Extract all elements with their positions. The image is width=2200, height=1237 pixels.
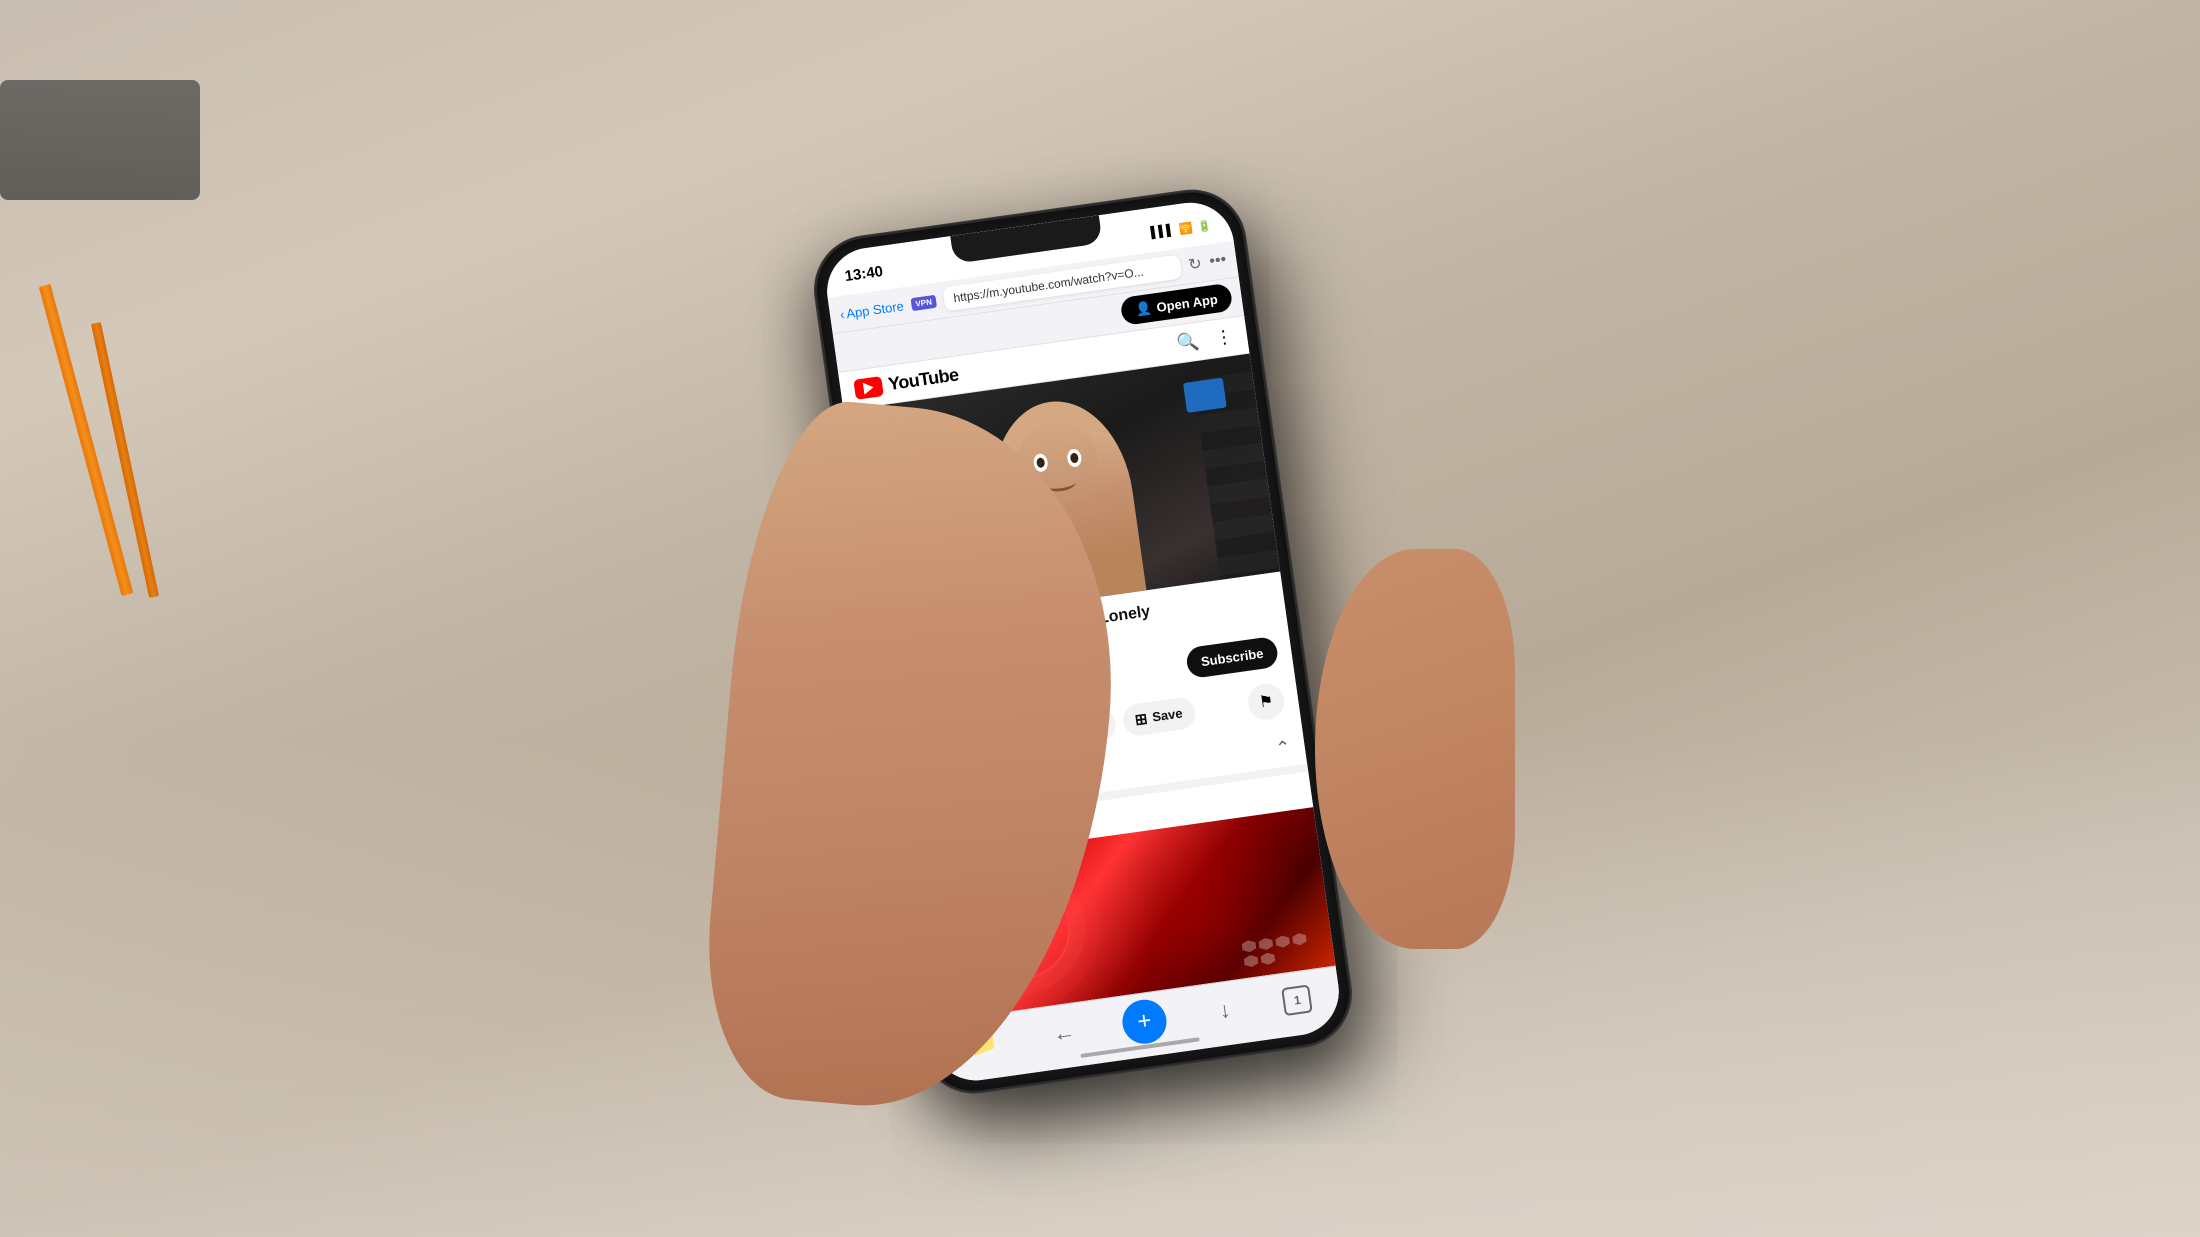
reload-button[interactable]: ↻: [1187, 253, 1203, 275]
vpn-badge: VPN: [911, 294, 937, 310]
subscribe-button[interactable]: Subscribe: [1185, 636, 1279, 679]
new-tab-button[interactable]: +: [1120, 996, 1170, 1046]
back-chevron-icon: ‹: [839, 306, 845, 321]
hex-2: [1258, 936, 1274, 950]
youtube-logo[interactable]: YouTube: [853, 364, 960, 399]
user-circle-icon: 👤: [1134, 299, 1152, 317]
open-app-label: Open App: [1155, 291, 1218, 314]
plus-icon: +: [1135, 1006, 1153, 1036]
search-icon[interactable]: 🔍: [1176, 330, 1201, 354]
power-button: [1258, 343, 1272, 413]
flag-button[interactable]: ⚑: [1246, 681, 1287, 722]
tabs-button[interactable]: 1: [1281, 983, 1313, 1015]
save-label: Save: [1151, 705, 1183, 724]
status-time: 13:40: [844, 262, 884, 284]
more-options-icon[interactable]: ⋮: [1214, 325, 1235, 348]
download-icon: ↓: [1218, 996, 1233, 1023]
flag-icon: ⚑: [1258, 690, 1275, 712]
right-hand: [1315, 549, 1515, 949]
eye-right: [1066, 448, 1082, 468]
more-button[interactable]: •••: [1208, 251, 1227, 271]
back-arrow-icon: ←: [1051, 1018, 1076, 1047]
tabs-count: 1: [1293, 992, 1302, 1007]
signal-icon: ▌▌▌: [1150, 223, 1175, 238]
battery-icon: 🔋: [1197, 218, 1212, 233]
download-button[interactable]: ↓: [1200, 985, 1250, 1035]
desktop-icon: [1183, 377, 1227, 412]
hex-4: [1292, 932, 1308, 946]
wifi-icon: 🛜: [1178, 220, 1193, 235]
hex-6: [1260, 951, 1276, 965]
back-button[interactable]: ‹ App Store: [839, 297, 905, 321]
scene: 13:40 ▌▌▌ 🛜 🔋 ‹ App Store VPN https://m.…: [0, 0, 2200, 1237]
keyboard: [0, 80, 200, 200]
back-label: App Store: [845, 297, 904, 320]
hex-5: [1243, 954, 1259, 968]
youtube-logo-text: YouTube: [887, 364, 960, 395]
save-icon: ⊞: [1134, 709, 1149, 729]
phone-holder: 13:40 ▌▌▌ 🛜 🔋 ‹ App Store VPN https://m.…: [885, 189, 1315, 1049]
browser-back-button[interactable]: ←: [1039, 1007, 1089, 1057]
hex-1: [1241, 939, 1257, 953]
youtube-header-icons: 🔍 ⋮: [1176, 325, 1235, 354]
save-button[interactable]: ⊞ Save: [1121, 695, 1197, 737]
status-icons: ▌▌▌ 🛜 🔋: [1150, 218, 1212, 239]
hex-3: [1275, 934, 1291, 948]
youtube-logo-icon: [853, 375, 884, 399]
chevron-icon: ⌃: [1274, 736, 1292, 759]
